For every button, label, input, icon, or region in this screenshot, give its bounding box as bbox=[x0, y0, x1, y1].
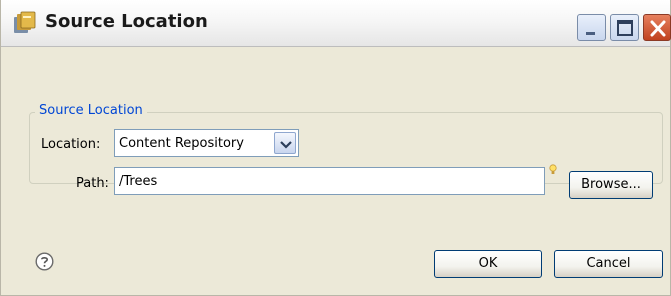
close-button[interactable] bbox=[643, 14, 671, 41]
location-label: Location: bbox=[41, 137, 101, 152]
location-dropdown[interactable]: Content Repository bbox=[114, 129, 299, 157]
lightbulb-icon bbox=[549, 164, 557, 174]
minimize-icon bbox=[586, 32, 595, 35]
dialog-window: Source Location Source Location Location… bbox=[0, 0, 671, 296]
group-legend: Source Location bbox=[35, 103, 147, 118]
title-bar[interactable]: Source Location bbox=[1, 0, 671, 47]
dialog-title: Source Location bbox=[45, 11, 208, 32]
close-icon bbox=[650, 20, 666, 37]
path-input[interactable] bbox=[114, 167, 545, 195]
ok-button[interactable]: OK bbox=[434, 250, 542, 278]
path-label: Path: bbox=[76, 176, 109, 191]
minimize-button[interactable] bbox=[577, 14, 606, 41]
maximize-button[interactable] bbox=[610, 14, 639, 41]
browse-button[interactable]: Browse... bbox=[569, 171, 653, 199]
help-icon[interactable] bbox=[35, 252, 54, 271]
source-location-icon bbox=[14, 11, 36, 33]
dropdown-button[interactable] bbox=[274, 132, 296, 154]
maximize-icon bbox=[617, 20, 633, 36]
cancel-button[interactable]: Cancel bbox=[554, 250, 663, 278]
chevron-down-icon bbox=[280, 141, 292, 149]
location-selected-value: Content Repository bbox=[119, 136, 244, 151]
